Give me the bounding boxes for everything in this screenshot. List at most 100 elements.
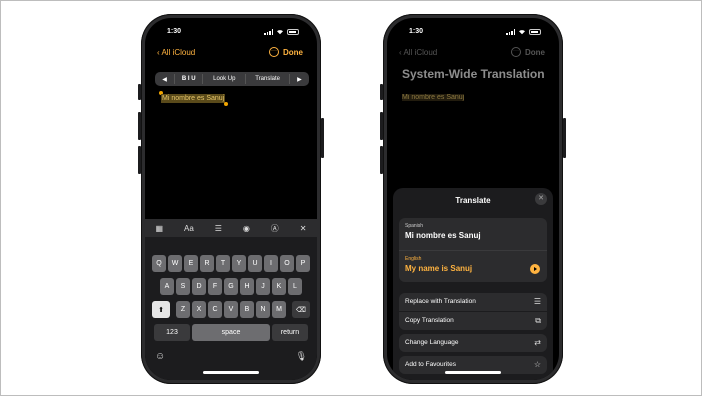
image-frame xyxy=(0,0,702,396)
note-title: System-Wide Translation xyxy=(402,67,545,81)
volume-down-button xyxy=(380,146,383,174)
back-button[interactable]: ‹ All iCloud xyxy=(399,48,437,57)
selection-end-handle[interactable] xyxy=(224,102,228,106)
dynamic-island xyxy=(451,25,495,37)
right-screen: 1:30 ‹ All iCloud ··· Done System-Wide T… xyxy=(387,18,559,380)
emoji-icon[interactable]: ☺ xyxy=(155,351,165,362)
dynamic-island xyxy=(209,25,253,37)
markup-icon[interactable]: Ⓐ xyxy=(271,223,279,234)
target-language[interactable]: English xyxy=(405,256,421,262)
translate-sheet: Translate ✕ Spanish Mi nombre es Sanuj E… xyxy=(393,188,553,380)
back-label: All iCloud xyxy=(403,48,438,57)
play-icon[interactable] xyxy=(530,264,540,274)
right-phone: 1:30 ‹ All iCloud ··· Done System-Wide T… xyxy=(380,14,566,384)
key-u[interactable]: U xyxy=(248,255,262,272)
format-text-icon[interactable]: Aa xyxy=(184,224,194,233)
option-label: Add to Favourites xyxy=(405,361,456,368)
backspace-key[interactable]: ⌫ xyxy=(292,301,310,318)
selected-note-text[interactable]: Mi nombre es Sanuj xyxy=(161,94,226,103)
key-e[interactable]: E xyxy=(184,255,198,272)
battery-icon xyxy=(287,29,299,35)
keyboard-row-2: A S D F G H J K L xyxy=(145,278,317,295)
microphone-icon[interactable]: 🎙 xyxy=(296,351,307,362)
key-d[interactable]: D xyxy=(192,278,206,295)
keyboard-row-3: ⬆ Z X C V B N M ⌫ xyxy=(145,301,317,318)
keyboard-row-4: 123 space return xyxy=(145,324,317,341)
keyboard-row-1: Q W E R T Y U I O P xyxy=(145,255,317,272)
sheet-title: Translate xyxy=(455,196,491,205)
key-q[interactable]: Q xyxy=(152,255,166,272)
left-screen: 1:30 ‹ All iCloud ··· Done ◀ B I U Look … xyxy=(145,18,317,380)
key-c[interactable]: C xyxy=(208,301,222,318)
shift-key[interactable]: ⬆ xyxy=(152,301,170,318)
status-time: 1:30 xyxy=(409,28,424,35)
camera-icon[interactable]: ◉ xyxy=(243,224,250,233)
star-icon: ☆ xyxy=(533,360,541,369)
signal-icon xyxy=(264,29,273,35)
action-button xyxy=(380,84,383,100)
copy-translation-option[interactable]: Copy Translation ⧉ xyxy=(399,312,547,330)
notes-nav-bar: ‹ All iCloud ··· Done xyxy=(387,47,559,62)
key-h[interactable]: H xyxy=(240,278,254,295)
format-button[interactable]: B I U xyxy=(175,76,202,82)
option-label: Replace with Translation xyxy=(405,298,476,305)
more-options-button[interactable]: ··· xyxy=(269,47,279,57)
copy-icon: ⧉ xyxy=(535,316,541,325)
wifi-icon xyxy=(519,30,525,35)
note-text: Mi nombre es Sanuj xyxy=(402,94,465,101)
home-indicator[interactable] xyxy=(203,371,259,374)
source-language: Spanish xyxy=(405,223,424,229)
table-icon[interactable]: ▦ xyxy=(155,224,163,233)
done-button[interactable]: Done xyxy=(283,48,303,57)
key-r[interactable]: R xyxy=(200,255,214,272)
language-icon: ⇄ xyxy=(534,338,541,347)
change-language-option[interactable]: Change Language ⇄ xyxy=(399,334,547,352)
translation-card: Spanish Mi nombre es Sanuj English My na… xyxy=(399,218,547,282)
edit-menu-prev[interactable]: ◀ xyxy=(155,76,174,83)
volume-up-button xyxy=(138,112,141,140)
back-button[interactable]: ‹ All iCloud xyxy=(157,48,195,57)
return-key[interactable]: return xyxy=(272,324,308,341)
keyboard: Q W E R T Y U I O P A S D F G H J K L ⬆ … xyxy=(145,237,317,380)
numbers-key[interactable]: 123 xyxy=(154,324,190,341)
key-n[interactable]: N xyxy=(256,301,270,318)
key-w[interactable]: W xyxy=(168,255,182,272)
done-button[interactable]: Done xyxy=(525,48,545,57)
checklist-icon[interactable]: ☰ xyxy=(215,224,222,233)
edit-menu-next[interactable]: ▶ xyxy=(290,76,309,83)
close-icon[interactable]: ✕ xyxy=(300,224,307,233)
key-y[interactable]: Y xyxy=(232,255,246,272)
key-p[interactable]: P xyxy=(296,255,310,272)
key-g[interactable]: G xyxy=(224,278,238,295)
more-options-button[interactable]: ··· xyxy=(511,47,521,57)
close-icon[interactable]: ✕ xyxy=(535,193,547,205)
key-z[interactable]: Z xyxy=(176,301,190,318)
action-button xyxy=(138,84,141,100)
key-j[interactable]: J xyxy=(256,278,270,295)
key-i[interactable]: I xyxy=(264,255,278,272)
wifi-icon xyxy=(277,30,283,35)
key-k[interactable]: K xyxy=(272,278,286,295)
key-l[interactable]: L xyxy=(288,278,302,295)
volume-down-button xyxy=(138,146,141,174)
key-m[interactable]: M xyxy=(272,301,286,318)
key-f[interactable]: F xyxy=(208,278,222,295)
key-s[interactable]: S xyxy=(176,278,190,295)
status-time: 1:30 xyxy=(167,28,182,35)
notes-keyboard-toolbar: ▦ Aa ☰ ◉ Ⓐ ✕ xyxy=(145,219,317,237)
key-a[interactable]: A xyxy=(160,278,174,295)
home-indicator[interactable] xyxy=(445,371,501,374)
key-b[interactable]: B xyxy=(240,301,254,318)
key-x[interactable]: X xyxy=(192,301,206,318)
key-o[interactable]: O xyxy=(280,255,294,272)
look-up-button[interactable]: Look Up xyxy=(203,76,245,82)
key-t[interactable]: T xyxy=(216,255,230,272)
side-button xyxy=(563,118,566,158)
translate-button[interactable]: Translate xyxy=(246,76,288,82)
option-label: Copy Translation xyxy=(405,317,454,324)
option-label: Change Language xyxy=(405,339,459,346)
space-key[interactable]: space xyxy=(192,324,270,341)
back-label: All iCloud xyxy=(161,48,196,57)
key-v[interactable]: V xyxy=(224,301,238,318)
replace-with-translation-option[interactable]: Replace with Translation ☰ xyxy=(399,293,547,311)
